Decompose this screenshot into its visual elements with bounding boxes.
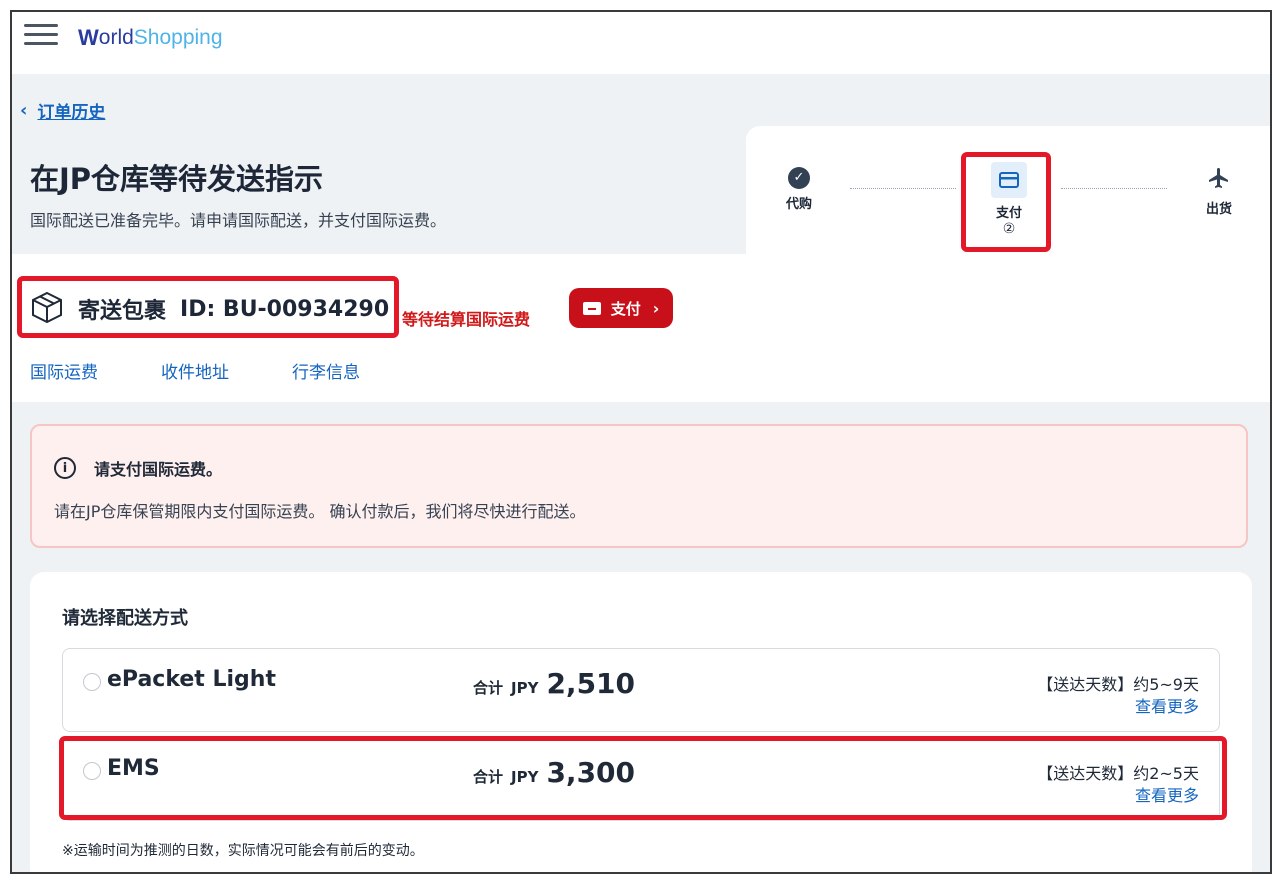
tab-delivery-address[interactable]: 收件地址 — [161, 358, 229, 383]
step-purchase: ✓ 代购 — [764, 166, 834, 212]
back-link-order-history[interactable]: ‹ 订单历史 — [20, 98, 105, 123]
radio-button[interactable] — [83, 762, 101, 780]
menu-icon[interactable] — [24, 24, 58, 48]
package-box-icon — [30, 290, 64, 328]
tab-international-shipping[interactable]: 国际运费 — [30, 358, 98, 383]
see-more-link[interactable]: 查看更多 — [1135, 693, 1199, 717]
shipping-method-title: 请选择配送方式 — [62, 608, 188, 629]
step-connector — [850, 188, 956, 189]
chevron-right-icon: › — [652, 298, 660, 318]
delivery-days: 【送达天数】约2~5天 — [1037, 764, 1199, 783]
parcel-header: 寄送包裹 ID: BU-00934290 — [30, 290, 389, 328]
check-circle-icon: ✓ — [788, 166, 810, 189]
shipping-note: ※运输时间为推测的日数，实际情况可能会有前后的变动。 — [62, 843, 424, 859]
top-bar: World Shopping — [12, 12, 1270, 74]
pay-button[interactable]: 支付 › — [569, 288, 673, 328]
tab-luggage-info[interactable]: 行李信息 — [292, 358, 360, 383]
shipping-option-ems[interactable]: EMS 合计 JPY 3,300 【送达天数】约2~5天 查看更多 — [62, 737, 1220, 821]
parcel-tabs: 国际运费 收件地址 行李信息 — [30, 358, 423, 383]
shipping-method-card: 请选择配送方式 ePacket Light 合计 JPY 2,510 【送达天数… — [30, 572, 1252, 872]
shipping-option-epacket-light[interactable]: ePacket Light 合计 JPY 2,510 【送达天数】约5~9天 查… — [62, 648, 1220, 732]
worldshopping-logo[interactable]: World Shopping — [78, 20, 223, 56]
delivery-days: 【送达天数】约5~9天 — [1037, 675, 1199, 694]
parcel-label: 寄送包裹 — [78, 299, 167, 324]
chevron-left-icon: ‹ — [20, 100, 28, 121]
payment-box-icon — [582, 301, 601, 315]
price: 3,300 — [546, 756, 636, 789]
credit-card-icon — [991, 162, 1027, 198]
progress-steps: ✓ 代购 支付 ② 出货 — [746, 126, 1270, 256]
parcel-section: 寄送包裹 ID: BU-00934290 等待结算国际运费 支付 › 国际运费 … — [12, 254, 1270, 402]
see-more-link[interactable]: 查看更多 — [1135, 782, 1199, 806]
info-icon: i — [54, 457, 76, 479]
page-subtitle: 国际配送已准备完毕。请申请国际配送，并支付国际运费。 — [30, 211, 447, 230]
parcel-status: 等待结算国际运费 — [402, 310, 531, 329]
airplane-icon — [1207, 168, 1231, 194]
step-payment: 支付 ② — [974, 162, 1044, 237]
parcel-id: ID: BU-00934290 — [180, 296, 390, 322]
page-title: 在JP仓库等待发送指示 — [30, 162, 324, 196]
price: 2,510 — [546, 667, 636, 700]
alert-title: 请支付国际运费。 — [94, 460, 223, 479]
step-shipping: 出货 — [1184, 166, 1254, 217]
step-connector — [1061, 188, 1167, 189]
radio-button[interactable] — [83, 673, 101, 691]
payment-alert: i 请支付国际运费。 请在JP仓库保管期限内支付国际运费。 确认付款后，我们将尽… — [30, 424, 1248, 548]
app-frame: World Shopping ‹ 订单历史 在JP仓库等待发送指示 国际配送已准备… — [10, 10, 1272, 874]
alert-body: 请在JP仓库保管期限内支付国际运费。 确认付款后，我们将尽快进行配送。 — [54, 502, 586, 521]
